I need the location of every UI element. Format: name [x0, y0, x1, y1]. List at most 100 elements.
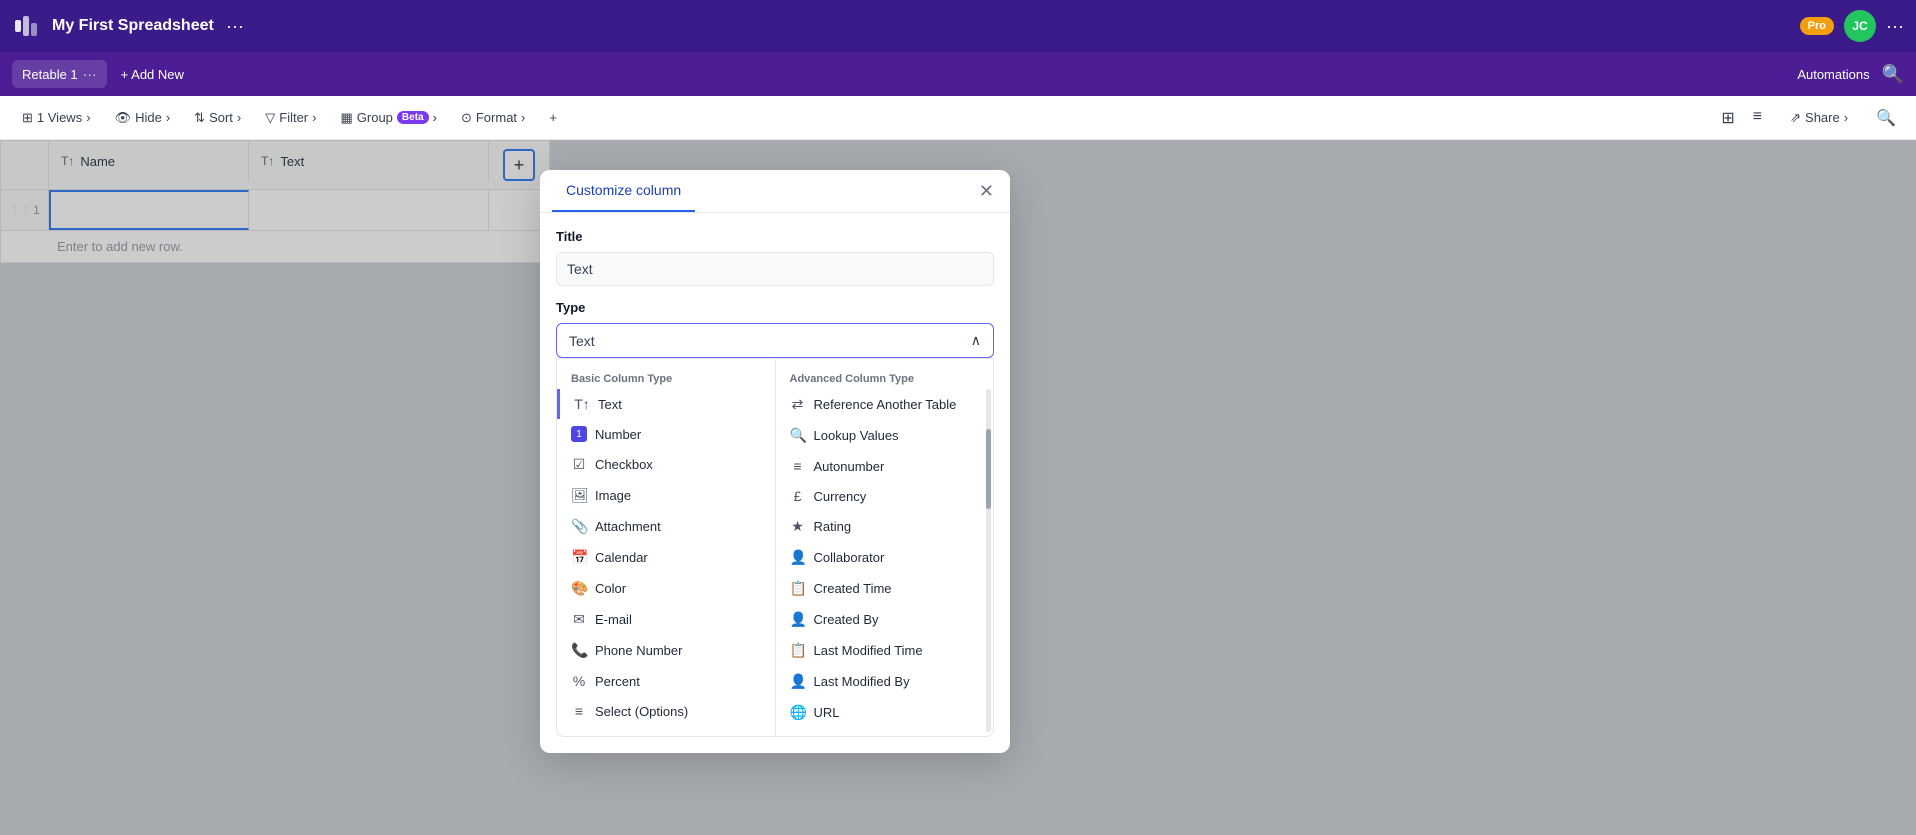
currency-type-label: Currency — [814, 489, 867, 504]
filter-button[interactable]: ▽ Filter › — [255, 105, 326, 131]
top-bar-right: Pro JC ··· — [1800, 10, 1904, 42]
type-item-reference[interactable]: ⇄ Reference Another Table — [776, 389, 994, 420]
modal-tab-customize[interactable]: Customize column — [552, 170, 695, 212]
format-button[interactable]: ⊙ Format › — [451, 105, 535, 131]
type-select-value: Text — [569, 333, 595, 349]
modal-tab-label: Customize column — [566, 182, 681, 198]
search-icon[interactable]: 🔍 — [1882, 64, 1904, 85]
lookup-type-icon: 🔍 — [790, 427, 806, 444]
percent-type-label: Percent — [595, 674, 640, 689]
type-item-last-modified-time[interactable]: 📋 Last Modified Time — [776, 635, 994, 666]
attachment-type-icon: 📎 — [571, 518, 587, 535]
currency-type-icon: £ — [790, 488, 806, 504]
type-item-color[interactable]: 🎨 Color — [557, 573, 775, 604]
views-button[interactable]: ⊞ 1 Views › — [12, 105, 101, 131]
phone-type-label: Phone Number — [595, 643, 682, 658]
email-type-icon: ✉ — [571, 611, 587, 628]
created-time-type-icon: 📋 — [790, 580, 806, 597]
toolbar: ⊞ 1 Views › 👁 Hide › ⇅ Sort › ▽ Filter ›… — [0, 96, 1916, 140]
list-view-button[interactable]: ≡ — [1745, 103, 1770, 133]
tab-retable1[interactable]: Retable 1 ··· — [12, 60, 107, 88]
type-item-percent[interactable]: % Percent — [557, 666, 775, 696]
logo — [12, 12, 40, 40]
type-item-last-modified-by[interactable]: 👤 Last Modified By — [776, 666, 994, 697]
add-toolbar-button[interactable]: + — [539, 105, 567, 130]
email-type-label: E-mail — [595, 612, 632, 627]
rating-type-icon: ★ — [790, 518, 806, 535]
group-chevron: › — [433, 110, 437, 125]
url-type-label: URL — [814, 705, 840, 720]
basic-section-title: Basic Column Type — [557, 367, 775, 389]
last-modified-by-type-label: Last Modified By — [814, 674, 910, 689]
share-icon: ⇗ — [1790, 110, 1801, 126]
share-chevron: › — [1844, 110, 1848, 125]
format-chevron: › — [521, 110, 525, 125]
text-type-label: Text — [598, 397, 622, 412]
automations-button[interactable]: Automations — [1797, 67, 1869, 82]
autonumber-type-icon: ≡ — [790, 458, 806, 474]
sort-label: Sort — [209, 110, 233, 125]
scrollbar-thumb[interactable] — [986, 429, 991, 509]
image-type-icon: 🖼 — [571, 487, 587, 504]
modal-close-button[interactable]: ✕ — [975, 177, 998, 206]
modal-overlay[interactable]: Customize column ✕ Title Type Text ∧ Bas… — [0, 140, 1916, 835]
type-item-number[interactable]: 1 Number — [557, 419, 775, 449]
view-toggle: ⊞ ≡ — [1713, 103, 1770, 133]
type-dropdown-panel: Basic Column Type T↑ Text 1 Number ☑ Che… — [556, 358, 994, 737]
views-icon: ⊞ — [22, 110, 33, 126]
group-button[interactable]: ▦ Group Beta › — [330, 105, 446, 131]
type-item-phone[interactable]: 📞 Phone Number — [557, 635, 775, 666]
avatar[interactable]: JC — [1844, 10, 1876, 42]
collaborator-type-label: Collaborator — [814, 550, 885, 565]
created-by-type-label: Created By — [814, 612, 879, 627]
calendar-type-icon: 📅 — [571, 549, 587, 566]
filter-chevron: › — [312, 110, 316, 125]
tab-add-new[interactable]: + Add New — [111, 61, 194, 88]
type-item-created-by[interactable]: 👤 Created By — [776, 604, 994, 635]
reference-type-icon: ⇄ — [790, 396, 806, 413]
type-item-currency[interactable]: £ Currency — [776, 481, 994, 511]
grid-view-button[interactable]: ⊞ — [1713, 103, 1742, 133]
type-item-autonumber[interactable]: ≡ Autonumber — [776, 451, 994, 481]
modal-tab-bar: Customize column ✕ — [540, 170, 1010, 213]
type-item-calendar[interactable]: 📅 Calendar — [557, 542, 775, 573]
sort-chevron: › — [237, 110, 241, 125]
tab-bar: Retable 1 ··· + Add New Automations 🔍 — [0, 52, 1916, 96]
hide-label: Hide — [135, 110, 162, 125]
filter-icon: ▽ — [265, 110, 275, 126]
select-type-icon: ≡ — [571, 703, 587, 719]
tab-add-new-label: + Add New — [121, 67, 184, 82]
type-item-text[interactable]: T↑ Text — [557, 389, 775, 419]
type-item-rating[interactable]: ★ Rating — [776, 511, 994, 542]
select-type-label: Select (Options) — [595, 704, 688, 719]
type-item-checkbox[interactable]: ☑ Checkbox — [557, 449, 775, 480]
type-select-button[interactable]: Text ∧ — [556, 323, 994, 358]
sort-button[interactable]: ⇅ Sort › — [184, 105, 251, 131]
type-item-collaborator[interactable]: 👤 Collaborator — [776, 542, 994, 573]
top-bar-more-button[interactable]: ··· — [1886, 16, 1904, 37]
title-input[interactable] — [556, 252, 994, 286]
checkbox-type-icon: ☑ — [571, 456, 587, 473]
group-label: Group — [357, 110, 393, 125]
type-item-url[interactable]: 🌐 URL — [776, 697, 994, 728]
toolbar-right: ⊞ ≡ ⇗ Share › 🔍 — [1713, 103, 1904, 133]
type-item-image[interactable]: 🖼 Image — [557, 480, 775, 511]
type-item-lookup[interactable]: 🔍 Lookup Values — [776, 420, 994, 451]
created-time-type-label: Created Time — [814, 581, 892, 596]
lookup-type-label: Lookup Values — [814, 428, 899, 443]
type-item-attachment[interactable]: 📎 Attachment — [557, 511, 775, 542]
modal-body: Title Type Text ∧ Basic Column Type T↑ T… — [540, 213, 1010, 753]
toolbar-search-button[interactable]: 🔍 — [1868, 103, 1904, 133]
hide-chevron: › — [166, 110, 170, 125]
hide-button[interactable]: 👁 Hide › — [105, 105, 181, 131]
type-item-email[interactable]: ✉ E-mail — [557, 604, 775, 635]
last-modified-time-type-label: Last Modified Time — [814, 643, 923, 658]
collaborator-type-icon: 👤 — [790, 549, 806, 566]
basic-col: Basic Column Type T↑ Text 1 Number ☑ Che… — [557, 359, 775, 736]
calendar-type-label: Calendar — [595, 550, 648, 565]
share-button[interactable]: ⇗ Share › — [1778, 105, 1860, 131]
type-item-select[interactable]: ≡ Select (Options) — [557, 696, 775, 726]
type-item-created-time[interactable]: 📋 Created Time — [776, 573, 994, 604]
tab-retable1-dots[interactable]: ··· — [83, 66, 97, 82]
app-more-button[interactable]: ··· — [226, 16, 244, 37]
